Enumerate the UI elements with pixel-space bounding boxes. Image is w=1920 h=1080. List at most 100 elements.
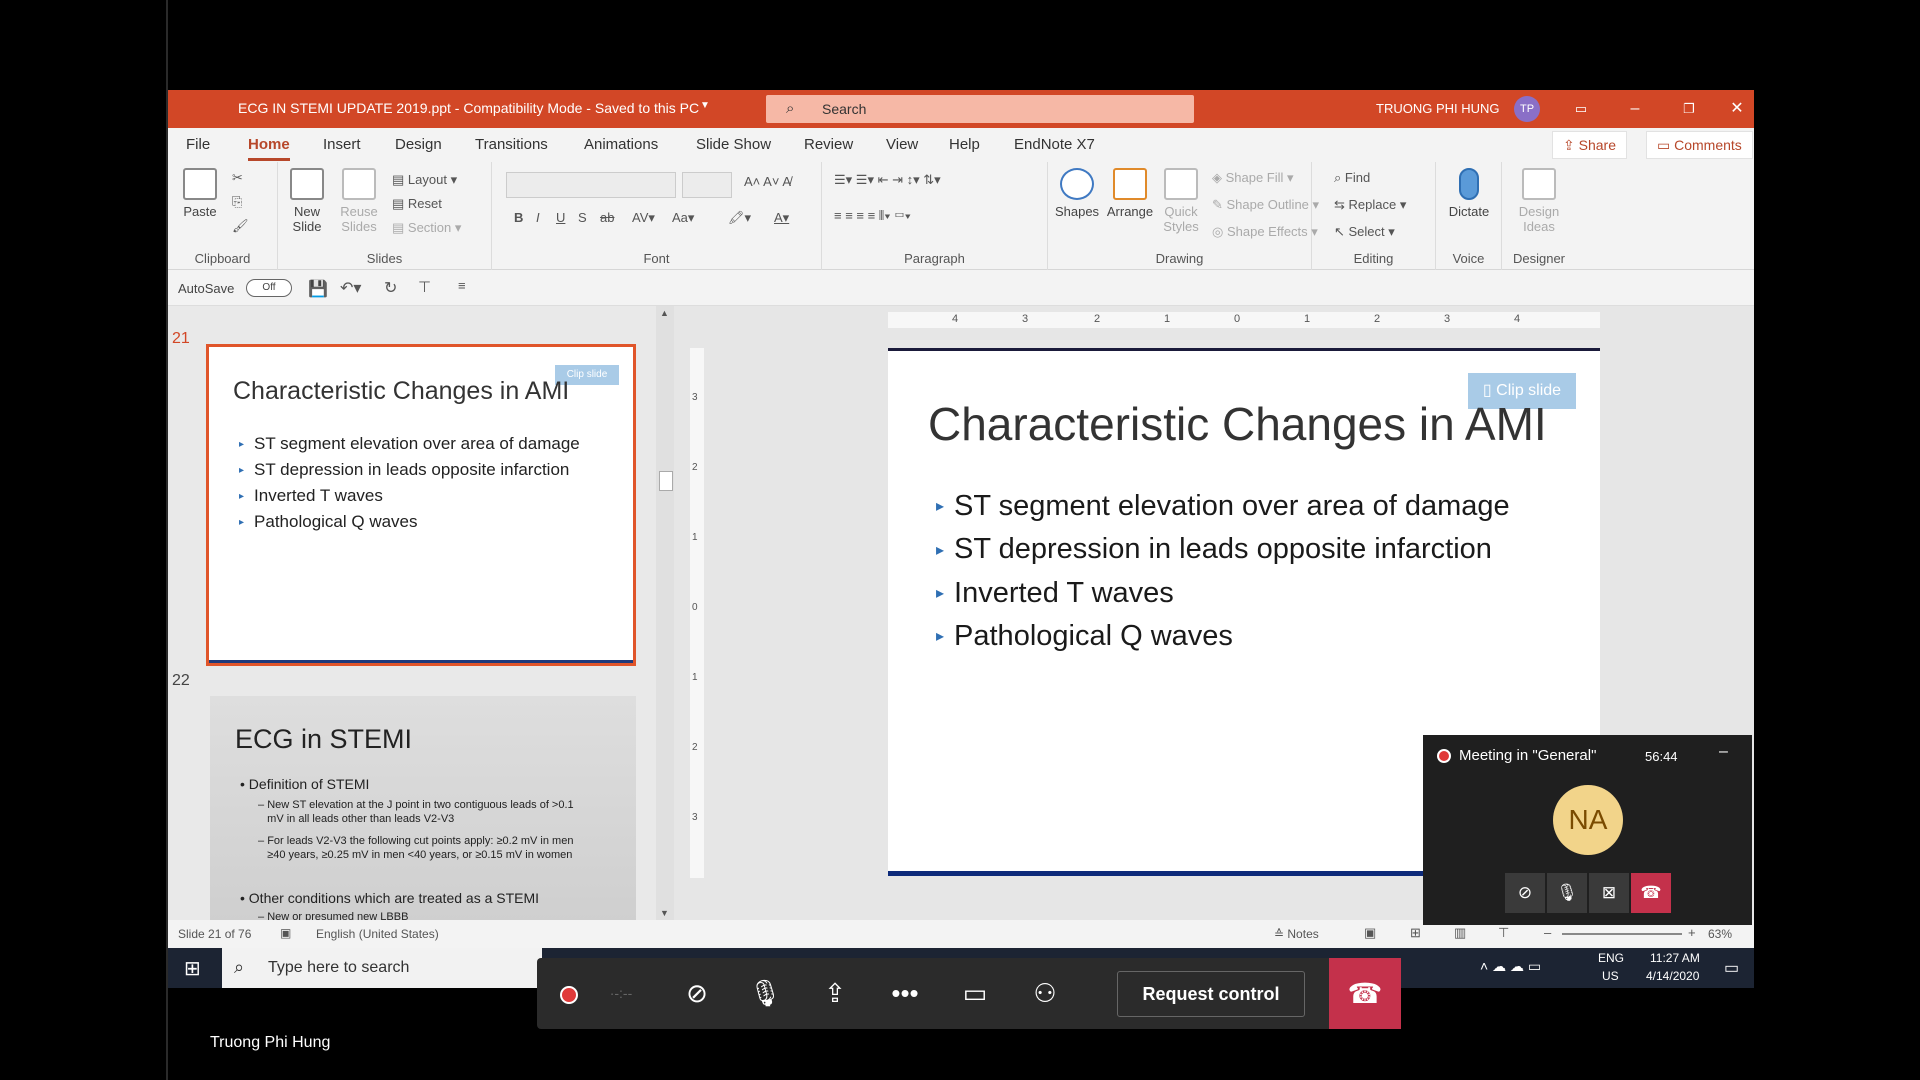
restore-icon[interactable]: ❐ <box>1674 96 1704 122</box>
mic-icon[interactable]: 🎙 <box>1547 873 1587 913</box>
tab-transitions[interactable]: Transitions <box>475 136 548 153</box>
input-language[interactable]: ENG <box>1598 951 1624 965</box>
record-icon[interactable] <box>541 958 597 1029</box>
scroll-down-icon[interactable]: ▼ <box>660 908 669 918</box>
redo-icon[interactable]: ↻ <box>384 278 397 298</box>
slide-bullets[interactable]: ▸ ST segment elevation over area of damag… <box>936 485 1510 658</box>
more-options-icon[interactable]: ••• <box>877 958 933 1029</box>
zoom-slider[interactable] <box>1562 933 1682 935</box>
grow-font-icon[interactable]: A˄ A˅ A̸ <box>744 174 791 189</box>
find-button[interactable]: ⌕ Find <box>1334 170 1370 186</box>
notes-button[interactable]: ≙ Notes <box>1274 927 1319 941</box>
zoom-out-icon[interactable]: – <box>1544 925 1551 940</box>
tab-slide-show[interactable]: Slide Show <box>696 136 771 153</box>
search-box[interactable]: ⌕ Search <box>766 95 1194 123</box>
autosave-toggle[interactable]: Off <box>246 279 292 297</box>
camera-off-icon[interactable]: ⊘ <box>1505 873 1545 913</box>
font-color-icon[interactable]: A▾ <box>774 210 789 226</box>
slide-title[interactable]: Characteristic Changes in AMI <box>928 397 1547 451</box>
bold-icon[interactable]: B <box>514 210 523 225</box>
mic-off-icon[interactable]: 🎙 <box>737 958 793 1029</box>
scroll-up-icon[interactable]: ▲ <box>660 308 669 318</box>
new-slide-button[interactable]: New Slide <box>284 168 330 234</box>
shadow-icon[interactable]: S <box>578 210 587 225</box>
language-indicator[interactable]: English (United States) <box>316 927 439 941</box>
clock-date[interactable]: 4/14/2020 <box>1646 969 1699 983</box>
thumbnail-scrollbar[interactable]: ▲ ▼ <box>656 306 674 920</box>
taskbar-search[interactable]: ⌕ Type here to search <box>222 948 542 988</box>
zoom-in-icon[interactable]: + <box>1688 925 1696 940</box>
highlight-icon[interactable]: 🖍▾ <box>728 210 751 226</box>
tab-view[interactable]: View <box>886 136 918 153</box>
shape-fill-button[interactable]: ◈ Shape Fill ▾ <box>1212 170 1294 186</box>
paste-button[interactable]: Paste <box>180 168 220 219</box>
reading-view-icon[interactable]: ▥ <box>1454 925 1466 941</box>
layout-button[interactable]: ▤ Layout ▾ <box>392 172 457 188</box>
hang-up-icon[interactable]: ☎ <box>1631 873 1671 913</box>
tab-file[interactable]: File <box>186 136 210 153</box>
copy-icon[interactable]: ⎘ <box>232 194 242 210</box>
minimize-icon[interactable]: – <box>1620 96 1650 122</box>
customize-qat-icon[interactable]: ≡ <box>458 278 466 293</box>
change-case-icon[interactable]: Aa▾ <box>672 210 694 226</box>
format-painter-icon[interactable]: 🖌 <box>232 218 249 234</box>
camera-off-icon[interactable]: ⊘ <box>669 958 725 1029</box>
tray-icons[interactable]: ˄ ☁ ☁ ▭ <box>1480 958 1541 975</box>
shape-effects-button[interactable]: ◎ Shape Effects ▾ <box>1212 224 1318 240</box>
windows-start-icon[interactable]: ⊞ <box>184 956 201 981</box>
normal-view-icon[interactable]: ▣ <box>1364 925 1376 941</box>
input-region[interactable]: US <box>1602 969 1619 983</box>
avatar[interactable]: TP <box>1514 96 1540 122</box>
stop-share-icon[interactable]: ⊠ <box>1589 873 1629 913</box>
font-name-field[interactable] <box>506 172 676 198</box>
cut-icon[interactable]: ✂ <box>232 170 243 186</box>
spellcheck-icon[interactable]: ▣ <box>280 926 291 940</box>
align-icons[interactable]: ≡ ≡ ≡ ≡ ⫴▾ ▭▾ <box>834 208 911 224</box>
notification-icon[interactable]: ▭ <box>1724 958 1739 978</box>
close-icon[interactable]: ✕ <box>1722 96 1752 122</box>
minimize-icon[interactable]: – <box>1719 743 1728 761</box>
font-size-field[interactable] <box>682 172 732 198</box>
tab-design[interactable]: Design <box>395 136 442 153</box>
share-screen-icon[interactable]: ⇪ <box>807 958 863 1029</box>
tab-endnote[interactable]: EndNote X7 <box>1014 136 1095 153</box>
section-button[interactable]: ▤ Section ▾ <box>392 220 461 236</box>
char-spacing-icon[interactable]: AV▾ <box>632 210 655 226</box>
bullets-icon[interactable]: ☰▾ ☰▾ ⇤ ⇥ ↕▾ ⇅▾ <box>834 172 941 188</box>
chat-icon[interactable]: ▭ <box>947 958 1003 1029</box>
italic-icon[interactable]: I <box>536 210 540 225</box>
participants-icon[interactable]: ⚇ <box>1017 958 1073 1029</box>
tab-insert[interactable]: Insert <box>323 136 361 153</box>
strikethrough-icon[interactable]: ab <box>600 210 614 225</box>
slide-sorter-icon[interactable]: ⊞ <box>1410 925 1421 941</box>
replace-button[interactable]: ⇆ Replace ▾ <box>1334 197 1406 213</box>
comments-button[interactable]: ▭ Comments <box>1646 131 1753 159</box>
ribbon-display-icon[interactable]: ▭ <box>1566 96 1596 122</box>
slideshow-icon[interactable]: ⊤ <box>1498 925 1509 941</box>
hang-up-icon[interactable]: ☎ <box>1329 958 1401 1029</box>
share-button[interactable]: ⇪ Share <box>1552 131 1627 159</box>
present-icon[interactable]: ⊤ <box>418 278 431 296</box>
reset-button[interactable]: ▤ Reset <box>392 196 442 212</box>
zoom-level[interactable]: 63% <box>1708 927 1732 941</box>
dictate-button[interactable]: Dictate <box>1442 168 1496 219</box>
request-control-button[interactable]: Request control <box>1117 971 1305 1017</box>
select-button[interactable]: ↖ Select ▾ <box>1334 224 1395 240</box>
underline-icon[interactable]: U <box>556 210 565 225</box>
clock-time[interactable]: 11:27 AM <box>1650 951 1700 965</box>
quick-styles-button[interactable]: Quick Styles <box>1156 168 1206 234</box>
slide-thumbnail-22[interactable]: ECG in STEMI • Definition of STEMI – New… <box>210 696 636 923</box>
arrange-button[interactable]: Arrange <box>1104 168 1156 219</box>
shape-outline-button[interactable]: ✎ Shape Outline ▾ <box>1212 197 1319 213</box>
design-ideas-button[interactable]: Design Ideas <box>1510 168 1568 234</box>
tab-help[interactable]: Help <box>949 136 980 153</box>
undo-icon[interactable]: ↶▾ <box>340 278 361 298</box>
slide-thumbnail-21[interactable]: Clip slide Characteristic Changes in AMI… <box>206 344 636 666</box>
scroll-thumb[interactable] <box>659 471 673 491</box>
tab-animations[interactable]: Animations <box>584 136 658 153</box>
tab-review[interactable]: Review <box>804 136 853 153</box>
chevron-down-icon[interactable]: ▼ <box>700 100 710 111</box>
tab-home[interactable]: Home <box>248 136 290 161</box>
save-icon[interactable]: 💾 <box>308 279 328 299</box>
reuse-slides-button[interactable]: Reuse Slides <box>336 168 382 234</box>
